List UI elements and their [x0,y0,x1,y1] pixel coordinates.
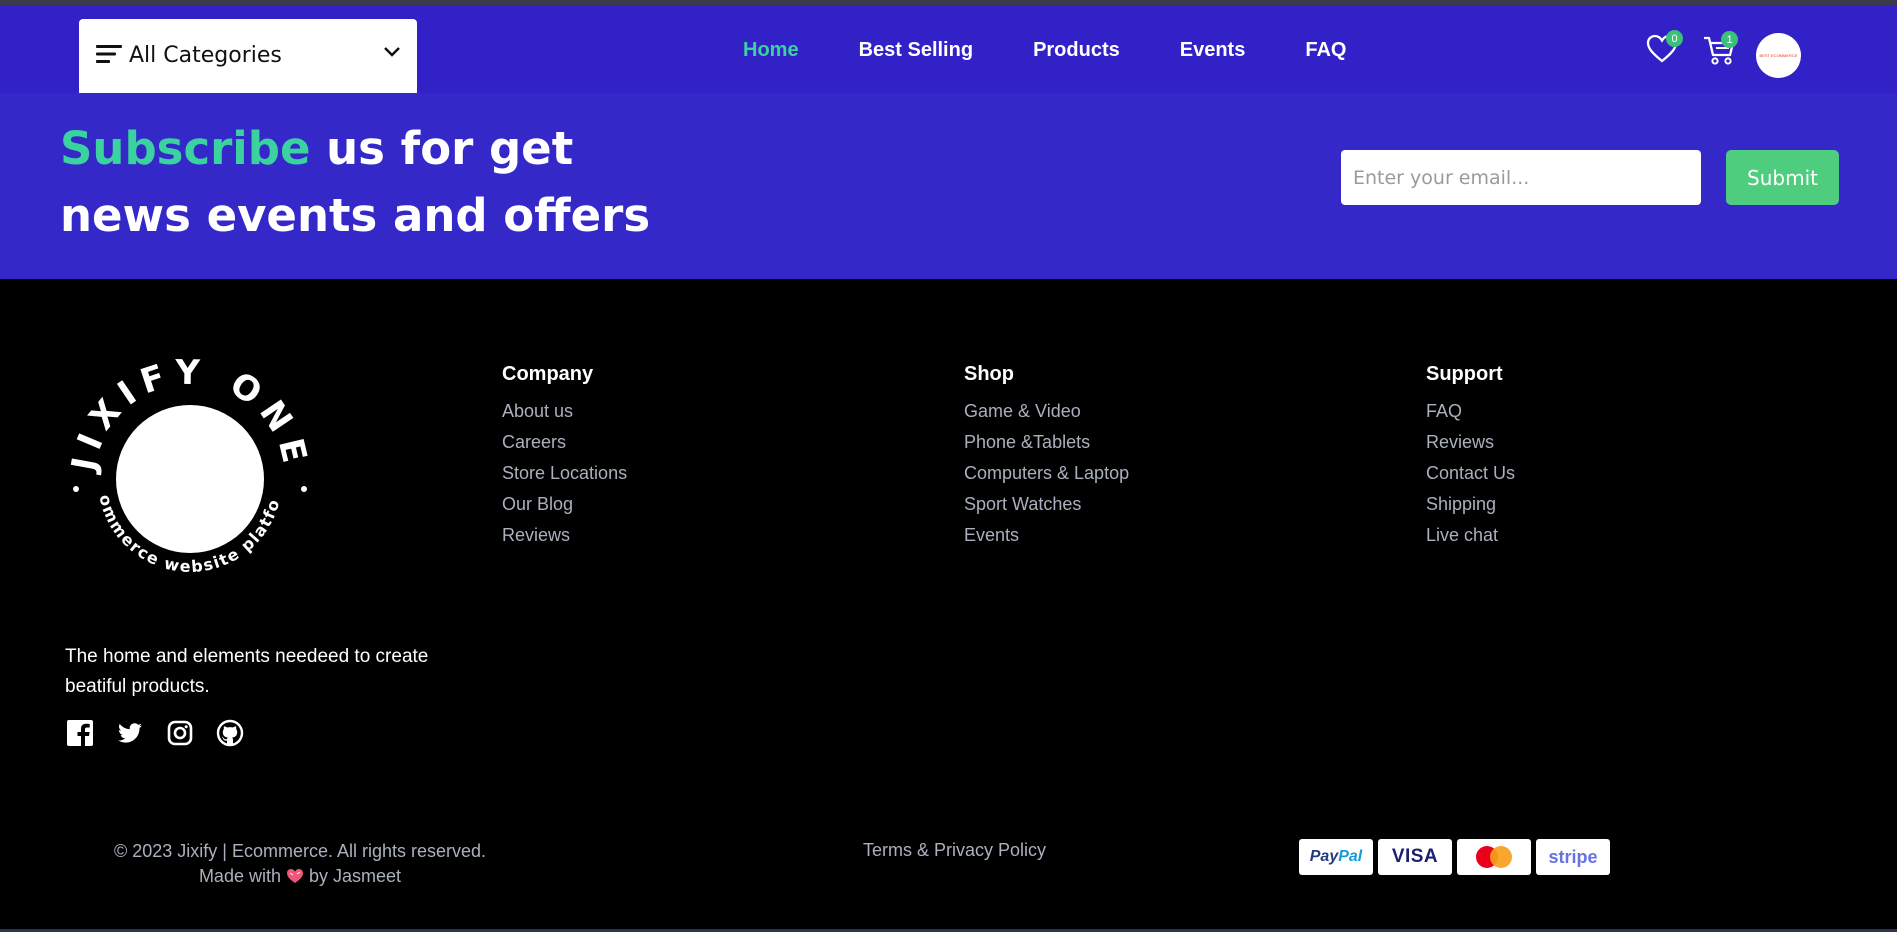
link-events[interactable]: Events [964,520,1129,551]
subscribe-banner: Subscribe us for get news events and off… [0,93,1897,279]
nav-faq[interactable]: FAQ [1305,39,1346,62]
chevron-down-icon [384,47,400,57]
made-with-prefix: Made with [198,866,281,886]
footer-column-support: Support FAQ Reviews Contact Us Shipping … [1426,363,1515,551]
link-computers-laptop[interactable]: Computers & Laptop [964,458,1129,489]
link-reviews[interactable]: Reviews [1426,427,1515,458]
stripe-badge: stripe [1536,839,1610,875]
link-contact-us[interactable]: Contact Us [1426,458,1515,489]
footer: JIXIFY ONE ecommerce website platform Th… [0,279,1897,929]
top-navbar: All Categories Home Best Selling Product… [0,5,1897,94]
facebook-icon[interactable] [66,719,94,747]
nav-best-selling[interactable]: Best Selling [859,39,973,62]
social-links [66,719,244,747]
link-reviews[interactable]: Reviews [502,520,627,551]
column-title: Support [1426,363,1503,385]
user-avatar[interactable]: BEST ECOMMERCE [1756,33,1801,78]
jixify-logo: JIXIFY ONE ecommerce website platform [60,349,308,576]
column-title: Shop [964,363,1014,385]
github-icon[interactable] [216,719,244,747]
copyright-text: © 2023 Jixify | Ecommerce. All rights re… [113,841,487,861]
paypal-text-a: Pay [1309,848,1339,865]
payment-methods: Pay Pal VISA stripe [1299,839,1610,875]
nav-products[interactable]: Products [1033,39,1120,62]
nav-home[interactable]: Home [743,39,799,62]
wishlist-button[interactable]: 0 [1646,30,1683,67]
submit-button[interactable]: Submit [1726,150,1839,205]
copyright-block: © 2023 Jixify | Ecommerce. All rights re… [100,839,500,889]
link-live-chat[interactable]: Live chat [1426,520,1515,551]
footer-tagline: The home and elements needeed to create … [65,646,429,697]
paypal-text-b: Pal [1338,848,1363,865]
link-phone-tablets[interactable]: Phone &Tablets [964,427,1129,458]
twitter-icon[interactable] [116,719,144,747]
menu-icon [96,45,122,63]
link-faq[interactable]: FAQ [1426,396,1515,427]
link-sport-watches[interactable]: Sport Watches [964,489,1129,520]
mastercard-badge [1457,839,1531,875]
subscribe-highlight: Subscribe [60,122,311,175]
mastercard-icon [1476,846,1512,868]
footer-column-company: Company About us Careers Store Locations… [502,363,627,551]
link-about-us[interactable]: About us [502,396,627,427]
categories-dropdown[interactable]: All Categories [79,19,417,94]
cart-count-badge: 1 [1721,31,1738,48]
paypal-badge: Pay Pal [1299,839,1373,875]
heart-icon [287,869,303,883]
column-title: Company [502,363,594,385]
avatar-text: BEST ECOMMERCE [1759,53,1798,58]
link-store-locations[interactable]: Store Locations [502,458,627,489]
wishlist-count-badge: 0 [1666,30,1683,47]
link-careers[interactable]: Careers [502,427,627,458]
visa-badge: VISA [1378,839,1452,875]
subscribe-title: Subscribe us for get news events and off… [60,115,700,249]
made-with-line: Made with by Jasmeet [100,864,500,889]
email-input[interactable] [1341,150,1701,205]
categories-label: All Categories [129,43,282,68]
nav-events[interactable]: Events [1180,39,1246,62]
terms-privacy-link[interactable]: Terms & Privacy Policy [863,840,1046,861]
link-shipping[interactable]: Shipping [1426,489,1515,520]
link-game-video[interactable]: Game & Video [964,396,1129,427]
cart-button[interactable]: 1 [1702,31,1738,68]
instagram-icon[interactable] [166,719,194,747]
link-our-blog[interactable]: Our Blog [502,489,627,520]
made-with-suffix: by Jasmeet [309,866,402,886]
footer-column-shop: Shop Game & Video Phone &Tablets Compute… [964,363,1129,551]
main-nav: Home Best Selling Products Events FAQ [743,39,1346,62]
